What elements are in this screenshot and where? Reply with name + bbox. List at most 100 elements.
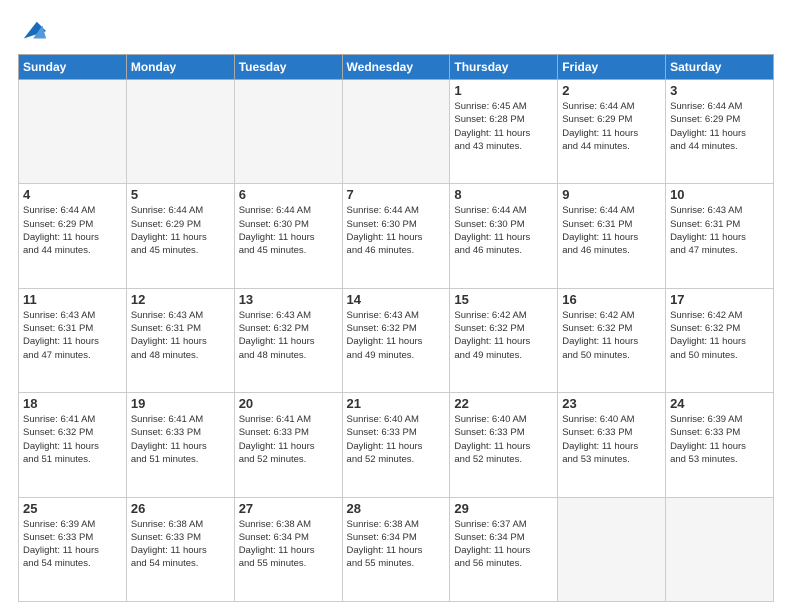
calendar-cell: 9 Sunrise: 6:44 AMSunset: 6:31 PMDaylight… bbox=[558, 184, 666, 288]
calendar-week-4: 18 Sunrise: 6:41 AMSunset: 6:32 PMDayligh… bbox=[19, 393, 774, 497]
day-info: Sunrise: 6:41 AMSunset: 6:33 PMDaylight:… bbox=[131, 413, 230, 466]
page: SundayMondayTuesdayWednesdayThursdayFrid… bbox=[0, 0, 792, 612]
calendar-cell: 4 Sunrise: 6:44 AMSunset: 6:29 PMDaylight… bbox=[19, 184, 127, 288]
calendar-cell: 27Sunrise: 6:38 AMSunset: 6:34 PMDayligh… bbox=[234, 497, 342, 601]
day-info: Sunrise: 6:44 AMSunset: 6:29 PMDaylight:… bbox=[23, 204, 122, 257]
calendar-cell: 5Sunrise: 6:44 AMSunset: 6:29 PMDaylight… bbox=[126, 184, 234, 288]
day-info: Sunrise: 6:42 AMSunset: 6:32 PMDaylight:… bbox=[670, 309, 769, 362]
day-number: 6 bbox=[239, 187, 338, 202]
day-info: Sunrise: 6:39 AMSunset: 6:33 PMDaylight:… bbox=[670, 413, 769, 466]
logo-icon bbox=[20, 18, 48, 46]
day-number: 9 bbox=[562, 187, 661, 202]
weekday-header-wednesday: Wednesday bbox=[342, 55, 450, 80]
day-info: Sunrise: 6:43 AMSunset: 6:31 PMDaylight:… bbox=[23, 309, 122, 362]
day-info: Sunrise: 6:40 AMSunset: 6:33 PMDaylight:… bbox=[454, 413, 553, 466]
day-number: 16 bbox=[562, 292, 661, 307]
day-number: 4 bbox=[23, 187, 122, 202]
day-number: 27 bbox=[239, 501, 338, 516]
day-number: 19 bbox=[131, 396, 230, 411]
calendar-cell: 14 Sunrise: 6:43 AMSunset: 6:32 PMDayligh… bbox=[342, 288, 450, 392]
calendar-table: SundayMondayTuesdayWednesdayThursdayFrid… bbox=[18, 54, 774, 602]
day-info: Sunrise: 6:38 AMSunset: 6:33 PMDaylight:… bbox=[131, 518, 230, 571]
calendar-cell: 15 Sunrise: 6:42 AMSunset: 6:32 PMDayligh… bbox=[450, 288, 558, 392]
weekday-header-tuesday: Tuesday bbox=[234, 55, 342, 80]
day-number: 23 bbox=[562, 396, 661, 411]
calendar-cell bbox=[666, 497, 774, 601]
calendar-cell: 12 Sunrise: 6:43 AMSunset: 6:31 PMDayligh… bbox=[126, 288, 234, 392]
day-info: Sunrise: 6:40 AMSunset: 6:33 PMDaylight:… bbox=[347, 413, 446, 466]
day-number: 20 bbox=[239, 396, 338, 411]
calendar-cell: 18 Sunrise: 6:41 AMSunset: 6:32 PMDayligh… bbox=[19, 393, 127, 497]
calendar-cell: 20 Sunrise: 6:41 AMSunset: 6:33 PMDayligh… bbox=[234, 393, 342, 497]
day-info: Sunrise: 6:44 AMSunset: 6:29 PMDaylight:… bbox=[670, 100, 769, 153]
day-number: 24 bbox=[670, 396, 769, 411]
calendar-cell bbox=[234, 80, 342, 184]
day-number: 18 bbox=[23, 396, 122, 411]
day-info: Sunrise: 6:37 AMSunset: 6:34 PMDaylight:… bbox=[454, 518, 553, 571]
day-info: Sunrise: 6:41 AMSunset: 6:33 PMDaylight:… bbox=[239, 413, 338, 466]
day-number: 10 bbox=[670, 187, 769, 202]
calendar-cell bbox=[19, 80, 127, 184]
day-number: 28 bbox=[347, 501, 446, 516]
calendar-cell: 3 Sunrise: 6:44 AMSunset: 6:29 PMDaylight… bbox=[666, 80, 774, 184]
day-info: Sunrise: 6:42 AMSunset: 6:32 PMDaylight:… bbox=[454, 309, 553, 362]
day-info: Sunrise: 6:44 AMSunset: 6:29 PMDaylight:… bbox=[562, 100, 661, 153]
day-info: Sunrise: 6:43 AMSunset: 6:32 PMDaylight:… bbox=[347, 309, 446, 362]
day-number: 12 bbox=[131, 292, 230, 307]
day-info: Sunrise: 6:45 AMSunset: 6:28 PMDaylight:… bbox=[454, 100, 553, 153]
calendar-cell: 17 Sunrise: 6:42 AMSunset: 6:32 PMDayligh… bbox=[666, 288, 774, 392]
calendar-week-3: 11 Sunrise: 6:43 AMSunset: 6:31 PMDayligh… bbox=[19, 288, 774, 392]
calendar-week-5: 25Sunrise: 6:39 AMSunset: 6:33 PMDayligh… bbox=[19, 497, 774, 601]
weekday-header-thursday: Thursday bbox=[450, 55, 558, 80]
day-number: 11 bbox=[23, 292, 122, 307]
weekday-header-monday: Monday bbox=[126, 55, 234, 80]
calendar-cell: 1 Sunrise: 6:45 AMSunset: 6:28 PMDaylight… bbox=[450, 80, 558, 184]
day-info: Sunrise: 6:44 AMSunset: 6:30 PMDaylight:… bbox=[239, 204, 338, 257]
calendar-cell: 24 Sunrise: 6:39 AMSunset: 6:33 PMDayligh… bbox=[666, 393, 774, 497]
calendar-cell: 2Sunrise: 6:44 AMSunset: 6:29 PMDaylight… bbox=[558, 80, 666, 184]
day-info: Sunrise: 6:44 AMSunset: 6:30 PMDaylight:… bbox=[347, 204, 446, 257]
day-info: Sunrise: 6:38 AMSunset: 6:34 PMDaylight:… bbox=[347, 518, 446, 571]
day-number: 26 bbox=[131, 501, 230, 516]
day-number: 14 bbox=[347, 292, 446, 307]
day-number: 25 bbox=[23, 501, 122, 516]
calendar-cell: 29 Sunrise: 6:37 AMSunset: 6:34 PMDayligh… bbox=[450, 497, 558, 601]
day-info: Sunrise: 6:42 AMSunset: 6:32 PMDaylight:… bbox=[562, 309, 661, 362]
calendar-week-1: 1 Sunrise: 6:45 AMSunset: 6:28 PMDaylight… bbox=[19, 80, 774, 184]
day-number: 5 bbox=[131, 187, 230, 202]
calendar-cell bbox=[342, 80, 450, 184]
day-number: 1 bbox=[454, 83, 553, 98]
day-number: 17 bbox=[670, 292, 769, 307]
calendar-cell: 13 Sunrise: 6:43 AMSunset: 6:32 PMDayligh… bbox=[234, 288, 342, 392]
calendar-cell: 21 Sunrise: 6:40 AMSunset: 6:33 PMDayligh… bbox=[342, 393, 450, 497]
day-number: 29 bbox=[454, 501, 553, 516]
calendar-cell: 23 Sunrise: 6:40 AMSunset: 6:33 PMDayligh… bbox=[558, 393, 666, 497]
day-info: Sunrise: 6:44 AMSunset: 6:31 PMDaylight:… bbox=[562, 204, 661, 257]
calendar-cell: 10Sunrise: 6:43 AMSunset: 6:31 PMDayligh… bbox=[666, 184, 774, 288]
day-info: Sunrise: 6:43 AMSunset: 6:32 PMDaylight:… bbox=[239, 309, 338, 362]
calendar-cell: 26 Sunrise: 6:38 AMSunset: 6:33 PMDayligh… bbox=[126, 497, 234, 601]
calendar-cell: 28 Sunrise: 6:38 AMSunset: 6:34 PMDayligh… bbox=[342, 497, 450, 601]
calendar-cell bbox=[126, 80, 234, 184]
calendar-week-2: 4 Sunrise: 6:44 AMSunset: 6:29 PMDaylight… bbox=[19, 184, 774, 288]
day-number: 3 bbox=[670, 83, 769, 98]
day-number: 15 bbox=[454, 292, 553, 307]
day-info: Sunrise: 6:44 AMSunset: 6:30 PMDaylight:… bbox=[454, 204, 553, 257]
weekday-header-friday: Friday bbox=[558, 55, 666, 80]
calendar-cell: 11 Sunrise: 6:43 AMSunset: 6:31 PMDayligh… bbox=[19, 288, 127, 392]
day-number: 21 bbox=[347, 396, 446, 411]
calendar-cell: 8 Sunrise: 6:44 AMSunset: 6:30 PMDaylight… bbox=[450, 184, 558, 288]
day-number: 7 bbox=[347, 187, 446, 202]
calendar-cell: 25Sunrise: 6:39 AMSunset: 6:33 PMDayligh… bbox=[19, 497, 127, 601]
day-number: 8 bbox=[454, 187, 553, 202]
calendar-cell: 19 Sunrise: 6:41 AMSunset: 6:33 PMDayligh… bbox=[126, 393, 234, 497]
day-info: Sunrise: 6:43 AMSunset: 6:31 PMDaylight:… bbox=[131, 309, 230, 362]
day-number: 13 bbox=[239, 292, 338, 307]
day-info: Sunrise: 6:40 AMSunset: 6:33 PMDaylight:… bbox=[562, 413, 661, 466]
weekday-header-sunday: Sunday bbox=[19, 55, 127, 80]
calendar-cell: 16 Sunrise: 6:42 AMSunset: 6:32 PMDayligh… bbox=[558, 288, 666, 392]
day-info: Sunrise: 6:41 AMSunset: 6:32 PMDaylight:… bbox=[23, 413, 122, 466]
logo bbox=[18, 18, 48, 46]
calendar-cell: 7 Sunrise: 6:44 AMSunset: 6:30 PMDaylight… bbox=[342, 184, 450, 288]
calendar-cell bbox=[558, 497, 666, 601]
